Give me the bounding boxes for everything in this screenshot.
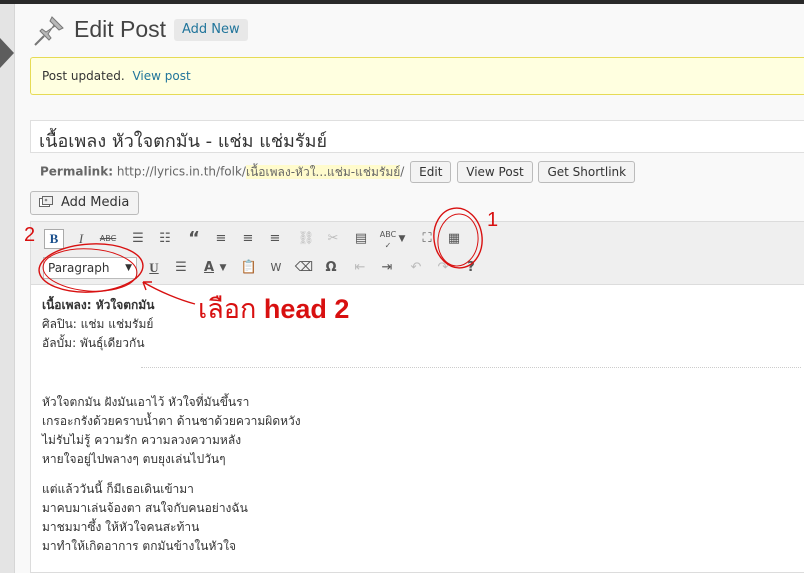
verse-line: ไม่รับไม่รู้ ความรัก ความลวงความหลัง [42,433,242,447]
special-character-icon[interactable]: Ω [321,258,341,278]
spellcheck-dropdown-icon[interactable]: ▼ [396,229,408,249]
media-icon [39,196,53,207]
add-media-button[interactable]: Add Media [30,191,140,215]
numbered-list-icon[interactable]: ☷ [155,229,175,249]
format-select-value: Paragraph [48,261,110,275]
annotation-instruction-bold: head 2 [263,294,350,324]
paste-word-icon[interactable]: W [266,258,286,278]
link-icon[interactable]: ⛓ [296,229,316,249]
format-select[interactable]: Paragraph ▼ [43,257,137,279]
editor-toolbar: B I ABC ☰ ☷ “ ≡ ≡ ≡ ⛓ ✂ ▤ ABC ✓ ▼ ⛶ ▦ Par… [31,222,804,285]
verse-line: มาทำให้เกิดอาการ ตกมันข้างในหัวใจ [42,539,237,553]
underline-icon[interactable]: U [144,258,164,278]
spellcheck-icon[interactable]: ABC ✓ [378,229,398,250]
verse-line: แต่แล้ววันนี้ ก็มีเธอเดินเข้ามา [42,482,194,496]
blockquote-icon[interactable]: “ [184,229,204,249]
align-left-icon[interactable]: ≡ [211,229,231,249]
annotation-instruction: เลือก head 2 [198,287,349,330]
pushpin-icon [34,16,64,46]
post-editor: B I ABC ☰ ☷ “ ≡ ≡ ≡ ⛓ ✂ ▤ ABC ✓ ▼ ⛶ ▦ Par… [30,221,804,573]
unlink-icon[interactable]: ✂ [323,229,343,249]
add-media-label: Add Media [61,195,130,210]
paste-text-icon[interactable]: 📋 [239,258,259,278]
notice-text-wrap: Post updated. View post [42,69,191,83]
annotation-instruction-text: เลือก [198,294,257,324]
verse-line: มาชมมาซึ้ง ให้หัวใจคนสะท้าน [42,520,200,534]
annotation-number-2: 2 [24,224,36,246]
album-line: อัลบั้ม: พันธุ์เดียวกัน [42,336,145,350]
notice-message: Post updated. [42,69,125,83]
current-menu-arrow [0,38,14,68]
edit-permalink-button[interactable]: Edit [410,161,452,183]
more-divider [141,367,801,368]
chevron-down-icon: ▼ [125,263,132,273]
get-shortlink-button[interactable]: Get Shortlink [538,161,636,183]
verse-line: หัวใจตกมัน ฝังมันเอาไว้ หัวใจที่มันขึ้นร… [42,395,250,409]
verse-line: มาคบมาเล่นจ้องตา สนใจกับคนอย่างฉัน [42,501,248,515]
update-notice: Post updated. View post [30,57,804,95]
redo-icon[interactable]: ↷ [433,258,453,278]
verse-line: เกรอะกรังด้วยคราบน้ำตา ด้านชาด้วยความผิด… [42,414,301,428]
text-color-icon[interactable]: A [199,258,219,278]
indent-icon[interactable]: ⇥ [377,258,397,278]
permalink-base-url: http://lyrics.in.th/folk/ [116,164,246,179]
undo-icon[interactable]: ↶ [406,258,426,278]
bold-icon[interactable]: B [44,229,64,249]
view-post-button[interactable]: View Post [457,161,533,183]
align-right-icon[interactable]: ≡ [265,229,285,249]
editor-content[interactable]: เนื้อเพลง: หัวใจตกมัน ศิลปิน: แช่ม แช่มร… [42,296,301,556]
strikethrough-icon[interactable]: ABC [98,229,118,249]
add-new-button[interactable]: Add New [174,19,248,41]
permalink-row: Permalink: http://lyrics.in.th/folk/เนื้… [40,161,636,183]
bullet-list-icon[interactable]: ☰ [128,229,148,249]
more-tag-icon[interactable]: ▤ [351,229,371,249]
help-icon[interactable]: ? [461,258,481,278]
align-center-icon[interactable]: ≡ [238,229,258,249]
verse-line: หายใจอยู่ไปพลางๆ ตบยุงเล่นไปวันๆ [42,452,226,466]
outdent-icon[interactable]: ⇤ [350,258,370,278]
kitchen-sink-icon[interactable]: ▦ [444,229,464,249]
justify-icon[interactable]: ☰ [171,258,191,278]
permalink-trailing-slash: / [400,164,405,179]
permalink-label: Permalink: [40,164,114,179]
view-post-link[interactable]: View post [132,69,190,83]
fullscreen-icon[interactable]: ⛶ [417,229,437,249]
admin-sidebar-edge [0,4,15,573]
annotation-number-1: 1 [487,209,499,231]
clear-formatting-icon[interactable]: ⌫ [294,258,314,278]
page-title: Edit Post [74,16,167,42]
italic-icon[interactable]: I [71,229,91,249]
permalink-slug[interactable]: เนื้อเพลง-หัวใ...แช่ม-แช่มรัมย์ [245,164,401,179]
text-color-dropdown-icon[interactable]: ▼ [217,258,229,278]
post-title-input[interactable]: เนื้อเพลง หัวใจตกมัน - แช่ม แช่มรัมย์ [30,120,804,153]
